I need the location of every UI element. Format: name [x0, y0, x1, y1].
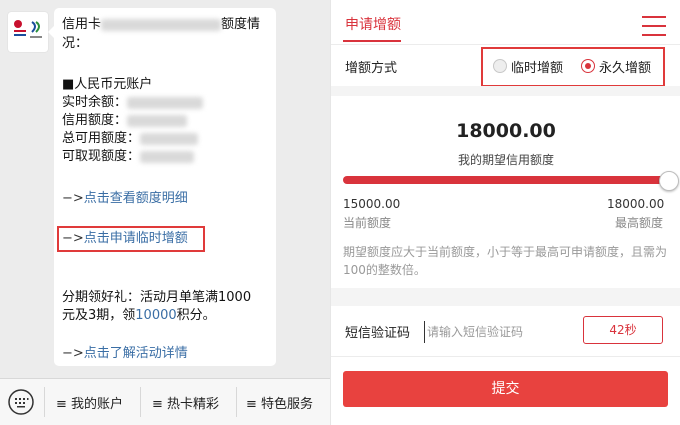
amount-hint: 期望额度应大于当前额度，小于等于最高可申请额度，且需为100的整数倍。	[343, 245, 668, 277]
max-limit-value: 18000.00	[607, 197, 665, 211]
sms-code-label: 短信验证码	[345, 326, 411, 341]
link-apply-temp-increase[interactable]: −>点击申请临时增额	[62, 230, 188, 248]
section-separator	[331, 86, 680, 96]
expected-amount: 18000.00	[456, 120, 556, 142]
sms-code-row: 短信验证码 42秒	[331, 306, 680, 357]
hamburger-menu-icon[interactable]	[642, 16, 666, 36]
chat-menu-bar: ≡ 我的账户 ≡ 热卡精彩 ≡ 特色服务	[0, 378, 330, 425]
section-separator	[331, 288, 680, 306]
message-line-1: 信用卡 额度情	[62, 17, 261, 32]
chat-panel: 信用卡 额度情 况： ■人民币元账户 实时余额： 信用额度： 总可用额度： 可取现…	[0, 0, 330, 425]
masked-value	[127, 114, 188, 127]
resend-countdown-button[interactable]: 42秒	[583, 316, 663, 344]
masked-value	[140, 132, 199, 145]
realtime-balance-row: 实时余额：	[62, 94, 204, 112]
tab-underline	[343, 40, 401, 42]
message-bubble: 信用卡 额度情 况： ■人民币元账户 实时余额： 信用额度： 总可用额度： 可取现…	[48, 8, 276, 366]
promo-line-2: 元及3期，领10000积分。	[62, 308, 216, 323]
masked-value	[127, 96, 204, 109]
menu-divider	[44, 387, 45, 417]
menu-hot-cards[interactable]: ≡ 热卡精彩	[152, 393, 219, 412]
max-limit-label: 最高额度	[615, 216, 664, 230]
link-activity-detail[interactable]: −>点击了解活动详情	[62, 345, 188, 363]
bank-logo-icon[interactable]	[8, 12, 48, 52]
promo-line-1: 分期领好礼：活动月单笔满1000	[62, 290, 252, 305]
current-limit-value: 15000.00	[343, 197, 401, 211]
menu-divider	[236, 387, 237, 417]
total-available-row: 总可用额度：	[62, 130, 199, 148]
masked-card-number	[101, 18, 222, 31]
amount-slider-handle[interactable]	[659, 171, 679, 191]
radio-temp-increase[interactable]	[493, 59, 507, 73]
credit-limit-row: 信用额度：	[62, 112, 188, 130]
submit-button[interactable]: 提交	[343, 371, 668, 407]
account-heading: ■人民币元账户	[62, 77, 153, 92]
expected-amount-caption: 我的期望信用额度	[457, 153, 554, 167]
menu-my-account[interactable]: ≡ 我的账户	[56, 393, 123, 412]
tab-apply-increase[interactable]: 申请增额	[345, 14, 401, 34]
option-temp-label: 临时增额	[511, 61, 564, 76]
sms-code-input[interactable]	[424, 321, 579, 343]
menu-special-services[interactable]: ≡ 特色服务	[246, 393, 313, 412]
method-label: 增额方式	[345, 61, 398, 76]
masked-value	[140, 150, 195, 163]
option-perm-label: 永久增额	[599, 61, 652, 76]
increase-form-panel: 申请增额 增额方式 临时增额 永久增额 18000.00 我的期望信用额度 15…	[330, 0, 680, 425]
link-view-limit-detail[interactable]: −>点击查看额度明细	[62, 190, 188, 208]
cash-available-row: 可取现额度：	[62, 148, 195, 166]
radio-perm-increase[interactable]	[581, 59, 595, 73]
menu-divider	[140, 387, 141, 417]
method-options-highlight: 临时增额 永久增额	[481, 47, 665, 87]
current-limit-label: 当前额度	[343, 216, 392, 230]
increase-method-row: 增额方式 临时增额 永久增额	[331, 44, 680, 88]
message-line-2: 况：	[62, 36, 89, 51]
amount-slider-track[interactable]	[343, 176, 669, 184]
keyboard-icon[interactable]	[8, 389, 34, 415]
